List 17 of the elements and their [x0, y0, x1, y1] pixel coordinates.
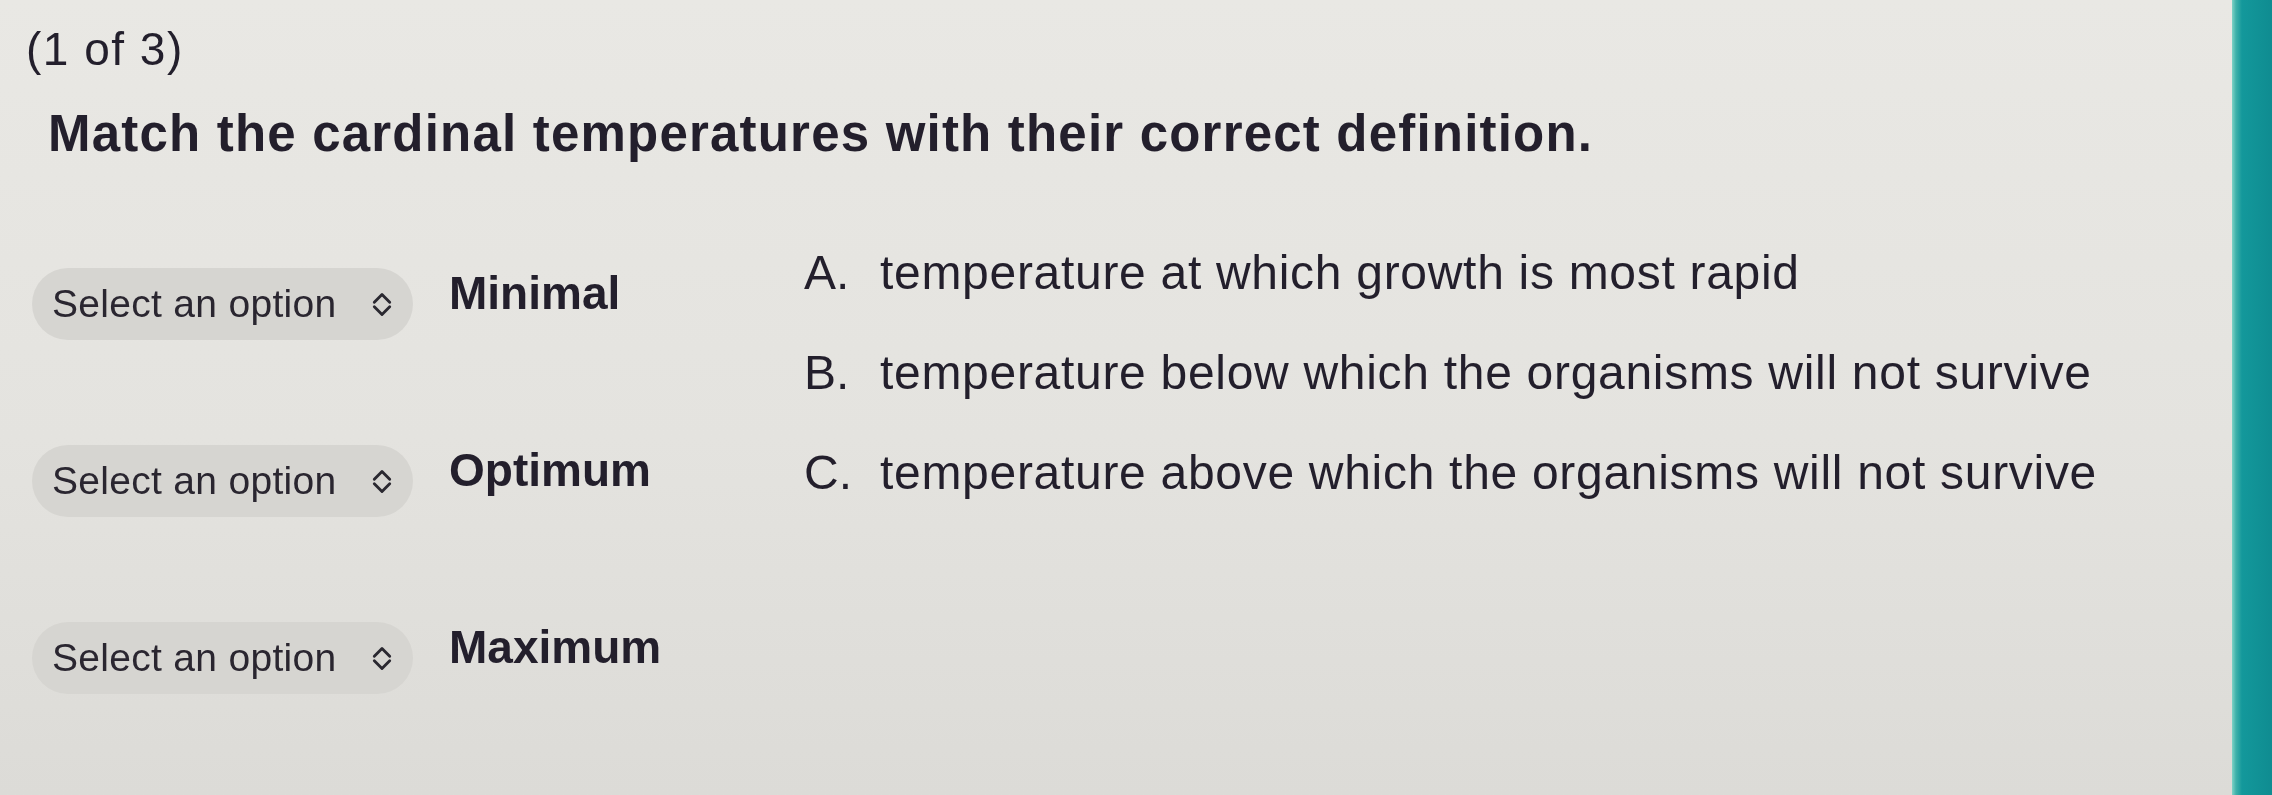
definition-letter: A. — [804, 244, 851, 300]
definition-text: temperature above which the organisms will not survive — [880, 444, 2097, 500]
option-select[interactable]: Select an option — [32, 622, 413, 694]
question-text: Match the cardinal temperatures with their correct definition. — [48, 104, 1594, 164]
term-label: Minimal — [449, 266, 621, 320]
definition-text: temperature at which growth is most rapid — [880, 244, 1800, 300]
option-select[interactable]: Select an option — [32, 268, 413, 340]
term-label: Optimum — [449, 443, 651, 497]
option-select[interactable]: Select an option — [32, 445, 413, 517]
up-down-chevron-icon — [371, 644, 393, 672]
question-number: (1 of 3) — [26, 22, 184, 76]
definition-letter: C. — [804, 444, 853, 500]
up-down-chevron-icon — [371, 290, 393, 318]
up-down-chevron-icon — [371, 467, 393, 495]
definition-text: temperature below which the organisms will not survive — [880, 344, 2092, 400]
term-label: Maximum — [449, 620, 662, 674]
definition-letter: B. — [804, 344, 851, 400]
